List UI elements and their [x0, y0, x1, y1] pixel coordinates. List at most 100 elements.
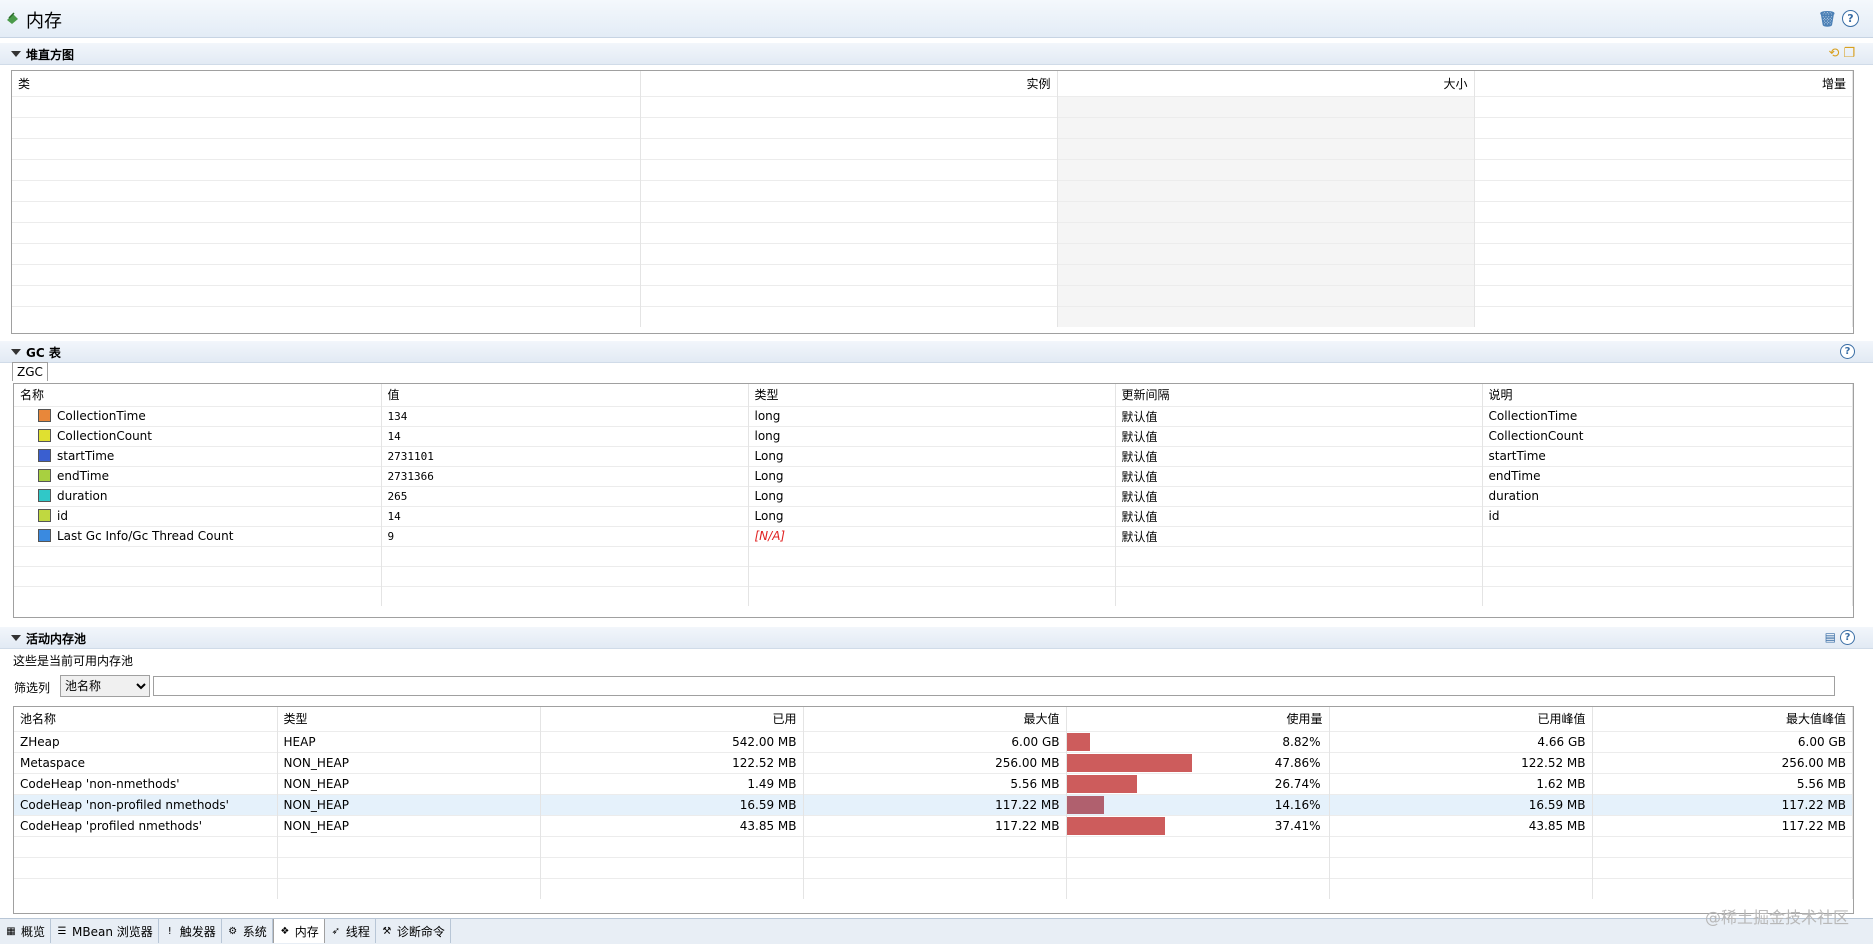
- collapse-triangle-icon[interactable]: [11, 51, 21, 57]
- table-row[interactable]: duration 265 Long 默认值 duration: [14, 485, 1853, 506]
- table-row[interactable]: [14, 565, 1853, 586]
- tab-trigger[interactable]: ! 触发器: [159, 919, 222, 943]
- histogram-section-header[interactable]: 堆直方图 ⟲ ❐: [0, 43, 1873, 65]
- series-color-swatch[interactable]: [38, 509, 51, 522]
- table-cell: [1592, 835, 1853, 857]
- gc-attr-name-cell: id: [14, 505, 382, 526]
- tab-zgc[interactable]: ZGC: [12, 362, 48, 381]
- tab-mbean-browser[interactable]: ☰ MBean 浏览器: [51, 919, 159, 943]
- pool-type: HEAP: [277, 730, 541, 752]
- table-row[interactable]: [14, 585, 1853, 606]
- table-row[interactable]: Last Gc Info/Gc Thread Count 9 [N/A] 默认值: [14, 525, 1853, 546]
- table-row[interactable]: [14, 856, 1853, 878]
- pools-table[interactable]: 池名称 类型 已用 最大值 使用量 已用峰值 最大值峰值 ZHeap HEAP 54…: [13, 706, 1854, 914]
- pool-used-peak: 4.66 GB: [1329, 730, 1593, 752]
- table-row[interactable]: [14, 835, 1853, 857]
- table-row[interactable]: CollectionTime 134 long 默认值 CollectionTime: [14, 405, 1853, 426]
- table-row[interactable]: [12, 263, 1853, 285]
- table-row[interactable]: [12, 284, 1853, 306]
- column-type[interactable]: 类型: [748, 384, 1116, 406]
- table-row[interactable]: Metaspace NON_HEAP 122.52 MB 256.00 MB 47.86…: [14, 751, 1853, 773]
- table-row[interactable]: startTime 2731101 Long 默认值 startTime: [14, 445, 1853, 466]
- table-row[interactable]: [12, 179, 1853, 201]
- series-color-swatch[interactable]: [38, 429, 51, 442]
- refresh-icon[interactable]: ⟲: [1828, 46, 1839, 61]
- overview-icon: ▦: [6, 925, 16, 937]
- table-row[interactable]: [12, 116, 1853, 138]
- gc-attr-name-cell: startTime: [14, 445, 382, 466]
- tab-thread[interactable]: ➶ 线程: [325, 919, 376, 943]
- filter-input[interactable]: [153, 676, 1835, 696]
- histogram-section-title: 堆直方图: [26, 48, 75, 62]
- column-update-interval[interactable]: 更新间隔: [1115, 384, 1483, 406]
- pool-used: 16.59 MB: [540, 793, 804, 815]
- table-row[interactable]: CodeHeap 'non-profiled nmethods' NON_HEAP…: [14, 793, 1853, 815]
- copy-icon[interactable]: ❐: [1843, 46, 1855, 61]
- series-color-swatch[interactable]: [38, 529, 51, 542]
- column-pool-name[interactable]: 池名称: [14, 707, 278, 731]
- series-color-swatch[interactable]: [38, 449, 51, 462]
- table-row[interactable]: [12, 200, 1853, 222]
- gc-attr-desc: CollectionTime: [1482, 405, 1853, 426]
- column-usage[interactable]: 使用量: [1066, 707, 1330, 731]
- collapse-triangle-icon[interactable]: [11, 349, 21, 355]
- table-row[interactable]: [12, 221, 1853, 243]
- column-instances[interactable]: 实例: [640, 71, 1058, 96]
- help-icon[interactable]: ?: [1840, 630, 1855, 645]
- pool-usage-cell: 14.16%: [1066, 793, 1330, 815]
- series-color-swatch[interactable]: [38, 469, 51, 482]
- table-cell: [1474, 137, 1853, 159]
- column-name[interactable]: 名称: [14, 384, 382, 406]
- column-size[interactable]: 大小: [1057, 71, 1475, 96]
- table-row[interactable]: [14, 545, 1853, 566]
- tab-memory[interactable]: ❖ 内存: [272, 919, 325, 943]
- series-color-swatch[interactable]: [38, 409, 51, 422]
- table-row[interactable]: [12, 95, 1853, 117]
- tab-diagnostic[interactable]: ⚒ 诊断命令: [376, 919, 451, 943]
- pools-section-header[interactable]: 活动内存池 ▤ ?: [0, 627, 1873, 649]
- pool-used: 122.52 MB: [540, 751, 804, 773]
- table-row[interactable]: CodeHeap 'non-nmethods' NON_HEAP 1.49 MB 5.…: [14, 772, 1853, 794]
- help-icon[interactable]: ?: [1842, 10, 1859, 27]
- table-row[interactable]: CollectionCount 14 long 默认值 CollectionCount: [14, 425, 1853, 446]
- column-max-peak[interactable]: 最大值峰值: [1592, 707, 1853, 731]
- trash-icon[interactable]: 🗑: [1818, 10, 1837, 28]
- table-cell: [277, 835, 541, 857]
- tab-label: 概览: [21, 924, 46, 939]
- tab-system[interactable]: ⚙ 系统: [222, 919, 273, 943]
- table-row[interactable]: [12, 158, 1853, 180]
- column-description[interactable]: 说明: [1482, 384, 1853, 406]
- memory-icon: [7, 12, 18, 24]
- layout-icon[interactable]: ▤: [1825, 630, 1836, 645]
- table-row[interactable]: id 14 Long 默认值 id: [14, 505, 1853, 526]
- table-row[interactable]: ZHeap HEAP 542.00 MB 6.00 GB 8.82% 4.66 GB 6.0…: [14, 730, 1853, 752]
- pool-used-peak: 1.62 MB: [1329, 772, 1593, 794]
- column-max[interactable]: 最大值: [803, 707, 1067, 731]
- table-cell: [1057, 116, 1475, 138]
- column-pool-type[interactable]: 类型: [277, 707, 541, 731]
- column-delta[interactable]: 增量: [1474, 71, 1853, 96]
- help-icon[interactable]: ?: [1840, 344, 1855, 359]
- gc-section-header[interactable]: GC 表 ?: [0, 341, 1873, 363]
- column-class[interactable]: 类: [12, 71, 641, 96]
- column-used-peak[interactable]: 已用峰值: [1329, 707, 1593, 731]
- table-row[interactable]: [12, 242, 1853, 264]
- gc-table[interactable]: 名称 值 类型 更新间隔 说明 CollectionTime 134 long 默认值…: [13, 383, 1854, 618]
- table-row[interactable]: [12, 305, 1853, 327]
- table-row[interactable]: [14, 877, 1853, 899]
- collapse-triangle-icon[interactable]: [11, 635, 21, 641]
- filter-label: 筛选列: [14, 681, 51, 695]
- histogram-table[interactable]: 类 实例 大小 增量: [11, 70, 1854, 334]
- table-row[interactable]: endTime 2731366 Long 默认值 endTime: [14, 465, 1853, 486]
- filter-column-select[interactable]: 池名称: [60, 675, 150, 697]
- table-cell: [14, 565, 382, 586]
- column-used[interactable]: 已用: [540, 707, 804, 731]
- pool-type: NON_HEAP: [277, 814, 541, 836]
- table-row[interactable]: CodeHeap 'profiled nmethods' NON_HEAP 43.8…: [14, 814, 1853, 836]
- table-cell: [1057, 158, 1475, 180]
- table-row[interactable]: [12, 137, 1853, 159]
- column-value[interactable]: 值: [381, 384, 749, 406]
- tab-overview[interactable]: ▦ 概览: [0, 919, 52, 943]
- series-color-swatch[interactable]: [38, 489, 51, 502]
- filter-row: 筛选列 池名称: [14, 675, 1844, 697]
